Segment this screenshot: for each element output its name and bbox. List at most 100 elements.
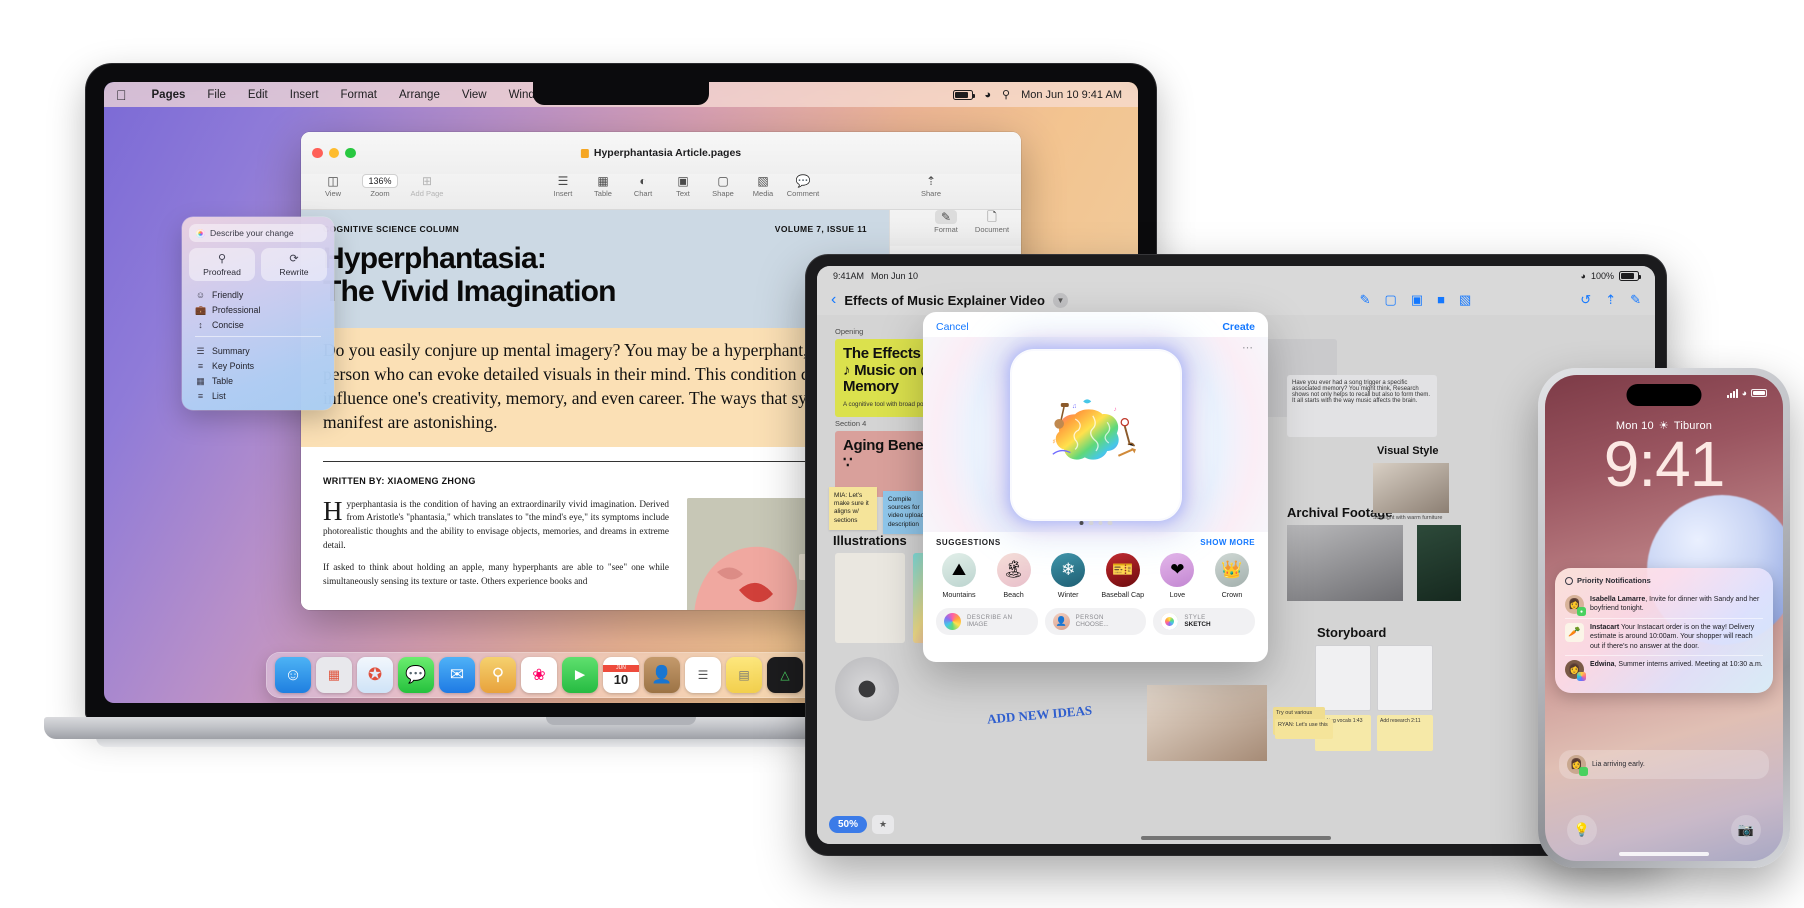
option-list[interactable]: ≡ List	[189, 389, 327, 403]
dock-item-calendar[interactable]: JUN 10	[603, 657, 639, 693]
notification-item[interactable]: 🥕 Instacart Your Instacart order is on t…	[1565, 618, 1763, 655]
sticky-note-mia[interactable]: MIA: Let's make sure it aligns w/ sectio…	[829, 487, 877, 530]
dock-item-photos[interactable]: ❀	[521, 657, 557, 693]
option-key-points[interactable]: ≡ Key Points	[189, 359, 327, 373]
menu-insert[interactable]: Insert	[279, 89, 330, 101]
proofread-button[interactable]: ⚲ Proofread	[189, 248, 255, 281]
visual-style-thumb[interactable]	[1373, 463, 1449, 513]
compose-icon[interactable]: ✎	[1630, 292, 1641, 308]
option-table[interactable]: ▦ Table	[189, 373, 327, 388]
toolbar-document[interactable]: 🗋 Document	[971, 210, 1013, 246]
close-button[interactable]	[312, 147, 323, 159]
notification-item[interactable]: 👩 Edwina, Summer interns arrived. Meetin…	[1565, 655, 1763, 683]
interview-photo[interactable]	[1147, 685, 1267, 761]
search-icon[interactable]: ⚲	[1002, 88, 1010, 101]
carousel-page-dots[interactable]	[1079, 520, 1112, 525]
toolbar-shape[interactable]: ▢ Shape	[703, 174, 743, 198]
page-dot-2[interactable]	[1088, 520, 1093, 525]
archival-footage-thumb[interactable]	[1287, 525, 1403, 601]
show-more-button[interactable]: SHOW MORE	[1200, 538, 1255, 547]
dock-item-maps[interactable]: ⚲	[480, 657, 516, 693]
wifi-icon[interactable]: ◕	[984, 89, 991, 101]
reference-note-card[interactable]: Have you ever had a song trigger a speci…	[1287, 375, 1437, 437]
suggestion-love[interactable]: ❤ Love	[1154, 553, 1200, 599]
option-summary[interactable]: ☰ Summary	[189, 344, 327, 359]
suggestions-row[interactable]: ⛰ Mountains 🏝 Beach ❄ Winter 🎫 Baseball …	[923, 551, 1268, 599]
generated-image-canvas[interactable]: ⋯ ♫ ♪ ♯	[923, 337, 1268, 532]
priority-notifications-card[interactable]: Priority Notifications 👩 ● Isabella Lama…	[1555, 568, 1773, 694]
menu-file[interactable]: File	[196, 89, 237, 101]
toolbar-view[interactable]: ◫ View	[313, 174, 353, 198]
describe-change-field[interactable]: Describe your change	[189, 224, 327, 242]
share-icon[interactable]: ⇡	[1605, 292, 1616, 308]
text-box-icon[interactable]: ■	[1437, 292, 1445, 308]
menubar-clock[interactable]: Mon Jun 10 9:41 AM	[1021, 89, 1122, 101]
menu-pages[interactable]: Pages	[141, 89, 197, 101]
storyboard-frame-2[interactable]	[1377, 645, 1433, 711]
zoom-select[interactable]: 136%	[362, 174, 398, 188]
storyboard-frame-1[interactable]	[1315, 645, 1371, 711]
toolbar-table[interactable]: ▦ Table	[583, 174, 623, 198]
notification-item[interactable]: 👩 ● Isabella Lamarre, Invite for dinner …	[1565, 591, 1763, 618]
apple-logo-icon[interactable]: 	[116, 88, 127, 102]
dock-item-finder[interactable]: ☺	[275, 657, 311, 693]
article-lede-highlighted[interactable]: Do you easily conjure up mental imagery?…	[301, 328, 889, 447]
history-icon[interactable]: ↺	[1580, 292, 1591, 308]
dock-item-safari[interactable]: ✪	[357, 657, 393, 693]
maximize-button[interactable]	[345, 147, 356, 159]
suggestion-mountains[interactable]: ⛰ Mountains	[936, 553, 982, 599]
storyboard-note-2[interactable]: Add research 2:11	[1377, 715, 1433, 751]
chip-describe-image[interactable]: DESCRIBE AN IMAGE	[936, 608, 1038, 635]
window-traffic-lights[interactable]	[312, 147, 356, 159]
vinyl-record-graphic[interactable]	[835, 657, 899, 721]
toolbar-comment[interactable]: 💬 Comment	[783, 174, 823, 198]
suggestion-crown[interactable]: 👑 Crown	[1209, 553, 1255, 599]
image-playground-sheet[interactable]: Cancel Create ⋯ ♫ ♪ ♯ SUGGESTIONS SHOW M…	[923, 312, 1268, 662]
suggestion-baseball-cap[interactable]: 🎫 Baseball Cap	[1100, 553, 1146, 599]
minimize-button[interactable]	[328, 147, 339, 159]
more-dots-icon[interactable]: ⋯	[1242, 341, 1254, 354]
toolbar-format[interactable]: ✎ Format	[925, 210, 967, 246]
flashlight-button[interactable]: 💡	[1567, 815, 1597, 845]
chip-person[interactable]: 👤 PERSON CHOOSE...	[1044, 608, 1147, 635]
toolbar-media[interactable]: ▧ Media	[743, 174, 783, 198]
rewrite-button[interactable]: ⟳ Rewrite	[261, 248, 327, 281]
option-professional[interactable]: 💼 Professional	[189, 302, 327, 317]
toolbar-share[interactable]: ⇡ Share	[911, 174, 951, 198]
dock-item-facetime[interactable]: ►	[562, 657, 598, 693]
star-icon[interactable]: ★	[872, 815, 895, 834]
menu-arrange[interactable]: Arrange	[388, 89, 451, 101]
dock-item-contacts[interactable]: 👤	[644, 657, 680, 693]
pen-icon[interactable]: ✎	[1360, 292, 1371, 308]
prompt-chips-row[interactable]: DESCRIBE AN IMAGE 👤 PERSON CHOOSE... STY…	[923, 599, 1268, 646]
back-chevron-icon[interactable]: ‹	[831, 292, 836, 308]
menu-view[interactable]: View	[451, 89, 498, 101]
illustration-thumb-1[interactable]	[835, 553, 905, 643]
suggestion-beach[interactable]: 🏝 Beach	[991, 553, 1037, 599]
chevron-down-icon[interactable]: ▼	[1052, 292, 1068, 308]
page-dot-4[interactable]	[1107, 520, 1112, 525]
document-canvas[interactable]: COGNITIVE SCIENCE COLUMN VOLUME 7, ISSUE…	[301, 210, 889, 610]
menu-edit[interactable]: Edit	[237, 89, 279, 101]
dock-item-stocks[interactable]: △	[767, 657, 803, 693]
camera-button[interactable]: 📷	[1731, 815, 1761, 845]
menu-format[interactable]: Format	[330, 89, 388, 101]
cancel-button[interactable]: Cancel	[936, 321, 969, 333]
toolbar-text[interactable]: ▣ Text	[663, 174, 703, 198]
dock-item-mail[interactable]: ✉	[439, 657, 475, 693]
media-icon[interactable]: ▧	[1459, 292, 1471, 308]
suggestion-winter[interactable]: ❄ Winter	[1045, 553, 1091, 599]
battery-icon[interactable]	[953, 89, 976, 100]
pages-titlebar[interactable]: Hyperphantasia Article.pages	[301, 132, 1021, 174]
zoom-level[interactable]: 50%	[829, 816, 868, 833]
toolbar-add-page[interactable]: ⊞ Add Page	[407, 174, 447, 198]
partial-notification[interactable]: 👩 Lia arriving early.	[1559, 750, 1769, 779]
page-dot-1[interactable]	[1079, 520, 1084, 525]
dock-item-launchpad[interactable]: ▦	[316, 657, 352, 693]
chip-style[interactable]: STYLE SKETCH	[1153, 608, 1256, 635]
generated-image[interactable]: ♫ ♪ ♯	[1011, 350, 1180, 519]
dock-item-messages[interactable]: 💬	[398, 657, 434, 693]
shapes-icon[interactable]: ▣	[1411, 292, 1423, 308]
writing-tools-popover[interactable]: Describe your change ⚲ Proofread ⟳ Rewri…	[182, 217, 334, 411]
note-icon[interactable]: ▢	[1385, 292, 1397, 308]
